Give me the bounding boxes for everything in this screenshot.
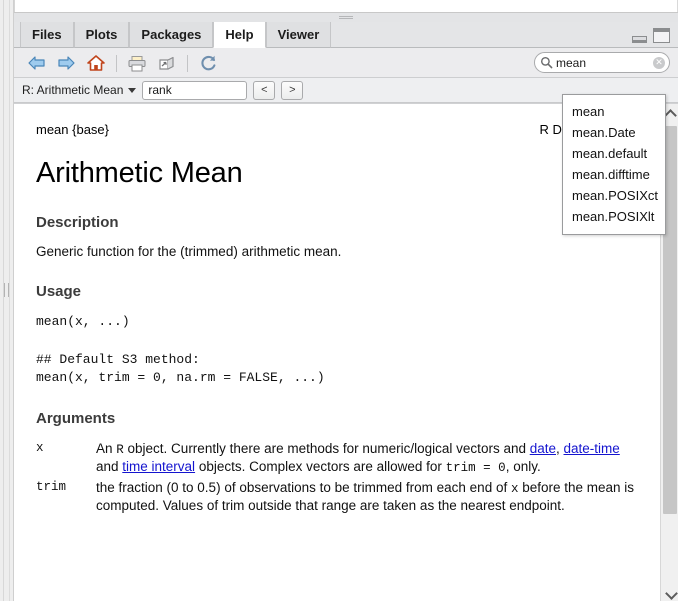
toolbar-separator bbox=[187, 55, 188, 72]
suggestion-item[interactable]: mean bbox=[563, 101, 665, 122]
find-previous-button[interactable]: < bbox=[253, 81, 275, 100]
minimize-pane-icon[interactable] bbox=[632, 36, 647, 43]
back-arrow-icon bbox=[27, 55, 46, 71]
argument-row: trimthe fraction (0 to 0.5) of observati… bbox=[36, 479, 640, 514]
find-next-label: > bbox=[289, 84, 295, 96]
help-link[interactable]: date-time bbox=[564, 441, 620, 456]
print-icon bbox=[127, 55, 147, 72]
search-suggestions-popup[interactable]: meanmean.Datemean.defaultmean.difftimeme… bbox=[562, 94, 666, 235]
tab-list: Files Plots Packages Help Viewer bbox=[20, 22, 331, 48]
search-input[interactable] bbox=[553, 56, 653, 70]
tab-label: Viewer bbox=[278, 27, 320, 42]
argument-description: the fraction (0 to 0.5) of observations … bbox=[96, 479, 640, 514]
tab-label: Packages bbox=[141, 27, 201, 42]
tab-plots[interactable]: Plots bbox=[74, 22, 130, 48]
show-in-new-window-icon bbox=[157, 55, 177, 72]
text-run: , bbox=[556, 441, 564, 456]
topic-package-label: mean {base} bbox=[36, 122, 109, 137]
refresh-icon bbox=[199, 54, 218, 72]
chevron-down-icon bbox=[128, 88, 136, 93]
tab-viewer[interactable]: Viewer bbox=[266, 22, 332, 48]
inline-code: R bbox=[116, 443, 124, 457]
search-icon bbox=[540, 56, 553, 69]
page-title: Arithmetic Mean bbox=[36, 157, 640, 190]
tab-packages[interactable]: Packages bbox=[129, 22, 213, 48]
toolbar-separator bbox=[116, 55, 117, 72]
usage-heading: Usage bbox=[36, 283, 640, 300]
help-link[interactable]: date bbox=[530, 441, 556, 456]
argument-description: An R object. Currently there are methods… bbox=[96, 440, 640, 476]
suggestion-item[interactable]: mean.difftime bbox=[563, 164, 665, 185]
tab-help[interactable]: Help bbox=[213, 22, 265, 48]
splitter-line bbox=[9, 0, 10, 601]
home-button[interactable] bbox=[82, 50, 110, 76]
find-next-button[interactable]: > bbox=[281, 81, 303, 100]
argument-name: trim bbox=[36, 479, 96, 514]
back-button[interactable] bbox=[22, 50, 50, 76]
suggestion-item[interactable]: mean.POSIXlt bbox=[563, 206, 665, 227]
refresh-button[interactable] bbox=[194, 50, 222, 76]
splitter-line bbox=[3, 0, 4, 601]
usage-code: mean(x, ...) ## Default S3 method: mean(… bbox=[36, 313, 640, 388]
find-in-topic-box[interactable] bbox=[142, 81, 247, 100]
help-toolbar: ✕ bbox=[14, 48, 678, 78]
suggestion-item[interactable]: mean.POSIXct bbox=[563, 185, 665, 206]
help-link[interactable]: time interval bbox=[122, 459, 195, 474]
topic-selector[interactable]: R: Arithmetic Mean bbox=[22, 83, 136, 97]
print-button[interactable] bbox=[123, 50, 151, 76]
arguments-list: xAn R object. Currently there are method… bbox=[36, 440, 640, 514]
forward-arrow-icon bbox=[57, 55, 76, 71]
horizontal-pane-splitter[interactable] bbox=[14, 13, 678, 22]
arguments-heading: Arguments bbox=[36, 410, 640, 427]
tab-label: Files bbox=[32, 27, 62, 42]
text-run: object. Currently there are methods for … bbox=[124, 441, 530, 456]
topic-label: R: Arithmetic Mean bbox=[22, 83, 123, 97]
text-run: the fraction (0 to 0.5) of observations … bbox=[96, 480, 511, 495]
splitter-grip-icon bbox=[4, 283, 9, 297]
vertical-pane-splitter[interactable] bbox=[0, 0, 14, 601]
pane-tab-strip: Files Plots Packages Help Viewer bbox=[14, 22, 678, 48]
suggestion-item[interactable]: mean.Date bbox=[563, 122, 665, 143]
description-heading: Description bbox=[36, 214, 640, 231]
rstudio-help-pane: Files Plots Packages Help Viewer bbox=[0, 0, 678, 601]
argument-name: x bbox=[36, 440, 96, 476]
help-toolbar-buttons bbox=[22, 48, 222, 78]
chevron-up-icon bbox=[666, 109, 675, 118]
tab-files[interactable]: Files bbox=[20, 22, 74, 48]
upper-pane-content bbox=[14, 0, 678, 12]
help-search-box[interactable]: ✕ bbox=[534, 52, 670, 73]
find-in-topic-input[interactable] bbox=[148, 83, 241, 97]
show-in-new-window-button[interactable] bbox=[153, 50, 181, 76]
pane-window-buttons bbox=[632, 28, 670, 43]
text-run: An bbox=[96, 441, 116, 456]
forward-button[interactable] bbox=[52, 50, 80, 76]
text-run: and bbox=[96, 459, 122, 474]
home-icon bbox=[86, 54, 106, 72]
text-run: objects. Complex vectors are allowed for bbox=[195, 459, 446, 474]
tab-label: Plots bbox=[86, 27, 118, 42]
scroll-down-button[interactable] bbox=[661, 584, 678, 601]
document-header: mean {base} R Documentation bbox=[36, 122, 640, 137]
splitter-grip-icon bbox=[339, 16, 353, 19]
inline-code: trim = 0 bbox=[446, 461, 506, 475]
maximize-pane-icon[interactable] bbox=[653, 28, 670, 43]
help-pane: Files Plots Packages Help Viewer bbox=[14, 22, 678, 601]
chevron-down-icon bbox=[666, 589, 675, 598]
suggestion-item[interactable]: mean.default bbox=[563, 143, 665, 164]
clear-search-icon[interactable]: ✕ bbox=[653, 57, 665, 69]
argument-row: xAn R object. Currently there are method… bbox=[36, 440, 640, 476]
find-previous-label: < bbox=[261, 84, 267, 96]
tab-label: Help bbox=[225, 27, 253, 42]
text-run: , only. bbox=[506, 459, 541, 474]
description-text: Generic function for the (trimmed) arith… bbox=[36, 244, 640, 261]
upper-pane-sliver bbox=[0, 0, 678, 13]
